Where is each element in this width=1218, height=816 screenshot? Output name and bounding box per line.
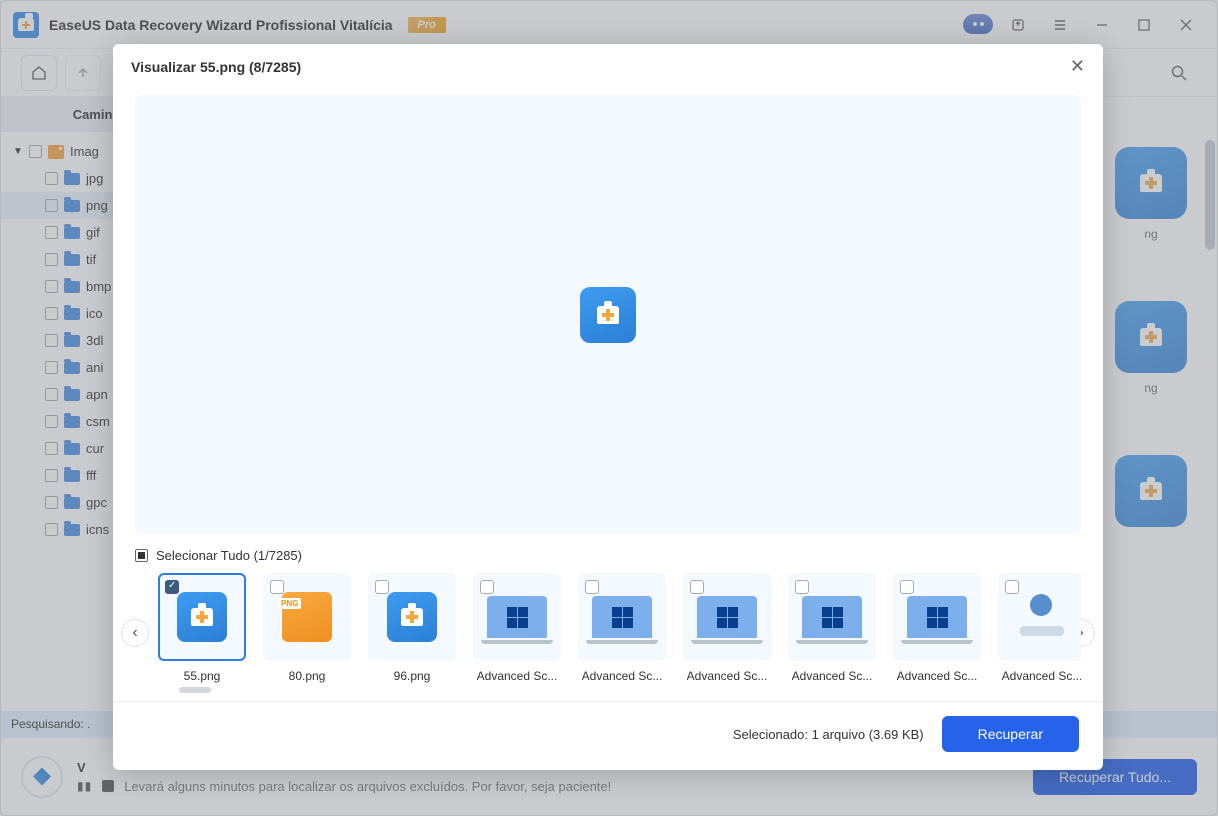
thumbnail-icon [1014,594,1070,640]
thumbnail-item[interactable]: 55.png [157,573,247,683]
thumbnail-checkbox[interactable] [375,580,389,594]
thumbnail-label: 55.png [184,669,221,683]
thumbnail-box[interactable] [683,573,771,661]
recover-button[interactable]: Recuperar [942,716,1079,752]
thumbnail-checkbox[interactable] [480,580,494,594]
thumbnail-item[interactable]: Advanced Sc... [787,573,877,683]
thumbnail-label: Advanced Sc... [897,669,978,683]
thumbnail-box[interactable] [998,573,1081,661]
thumbnail-checkbox[interactable] [795,580,809,594]
preview-area [135,95,1081,534]
thumbnail-item[interactable]: 80.png [262,573,352,683]
thumbnail-box[interactable] [368,573,456,661]
thumbnail-label: 96.png [394,669,431,683]
select-all-checkbox[interactable] [135,549,148,562]
thumb-scrollbar[interactable] [179,687,1037,693]
thumbnail-box[interactable] [158,573,246,661]
thumbnail-label: Advanced Sc... [582,669,663,683]
thumbnail-icon [487,596,547,638]
thumbnail-label: 80.png [289,669,326,683]
thumbnail-box[interactable] [788,573,876,661]
selection-info: Selecionado: 1 arquivo (3.69 KB) [733,727,924,742]
thumbnail-checkbox[interactable] [585,580,599,594]
thumbnail-box[interactable] [263,573,351,661]
thumbnail-label: Advanced Sc... [792,669,873,683]
thumbnail-item[interactable]: 96.png [367,573,457,683]
thumbnail-box[interactable] [893,573,981,661]
modal-title: Visualizar 55.png (8/7285) [131,59,301,75]
thumbnail-icon [387,592,437,642]
thumbnail-box[interactable] [473,573,561,661]
thumbnail-icon [282,592,332,642]
thumbnail-strip: ‹ › 55.png80.png96.pngAdvanced Sc...Adva… [113,569,1103,701]
thumbnail-icon [697,596,757,638]
thumbnail-checkbox[interactable] [165,580,179,594]
select-all-label: Selecionar Tudo (1/7285) [156,548,302,563]
preview-image [580,287,636,343]
thumbnail-label: Advanced Sc... [477,669,558,683]
thumbnail-icon [177,592,227,642]
thumbnail-icon [907,596,967,638]
modal-close-button[interactable]: ✕ [1070,56,1085,77]
thumbnail-checkbox[interactable] [690,580,704,594]
thumbnail-item[interactable]: Advanced Sc... [892,573,982,683]
preview-modal: Visualizar 55.png (8/7285) ✕ Selecionar … [113,44,1103,770]
thumbnail-label: Advanced Sc... [1002,669,1081,683]
thumbnail-item[interactable]: Advanced Sc... [682,573,772,683]
modal-header: Visualizar 55.png (8/7285) ✕ [113,44,1103,89]
thumbnail-item[interactable]: Advanced Sc... [472,573,562,683]
thumbnail-checkbox[interactable] [1005,580,1019,594]
thumbnail-checkbox[interactable] [270,580,284,594]
scrollbar-thumb[interactable] [179,687,211,693]
select-all-row[interactable]: Selecionar Tudo (1/7285) [113,546,1103,569]
thumbnail-icon [592,596,652,638]
thumbnail-item[interactable]: Advanced Sc... [997,573,1081,683]
modal-footer: Selecionado: 1 arquivo (3.69 KB) Recuper… [113,701,1103,770]
thumbnail-label: Advanced Sc... [687,669,768,683]
thumbnail-checkbox[interactable] [900,580,914,594]
prev-button[interactable]: ‹ [121,619,149,647]
thumbnail-box[interactable] [578,573,666,661]
thumbnail-item[interactable]: Advanced Sc... [577,573,667,683]
thumbnail-icon [802,596,862,638]
